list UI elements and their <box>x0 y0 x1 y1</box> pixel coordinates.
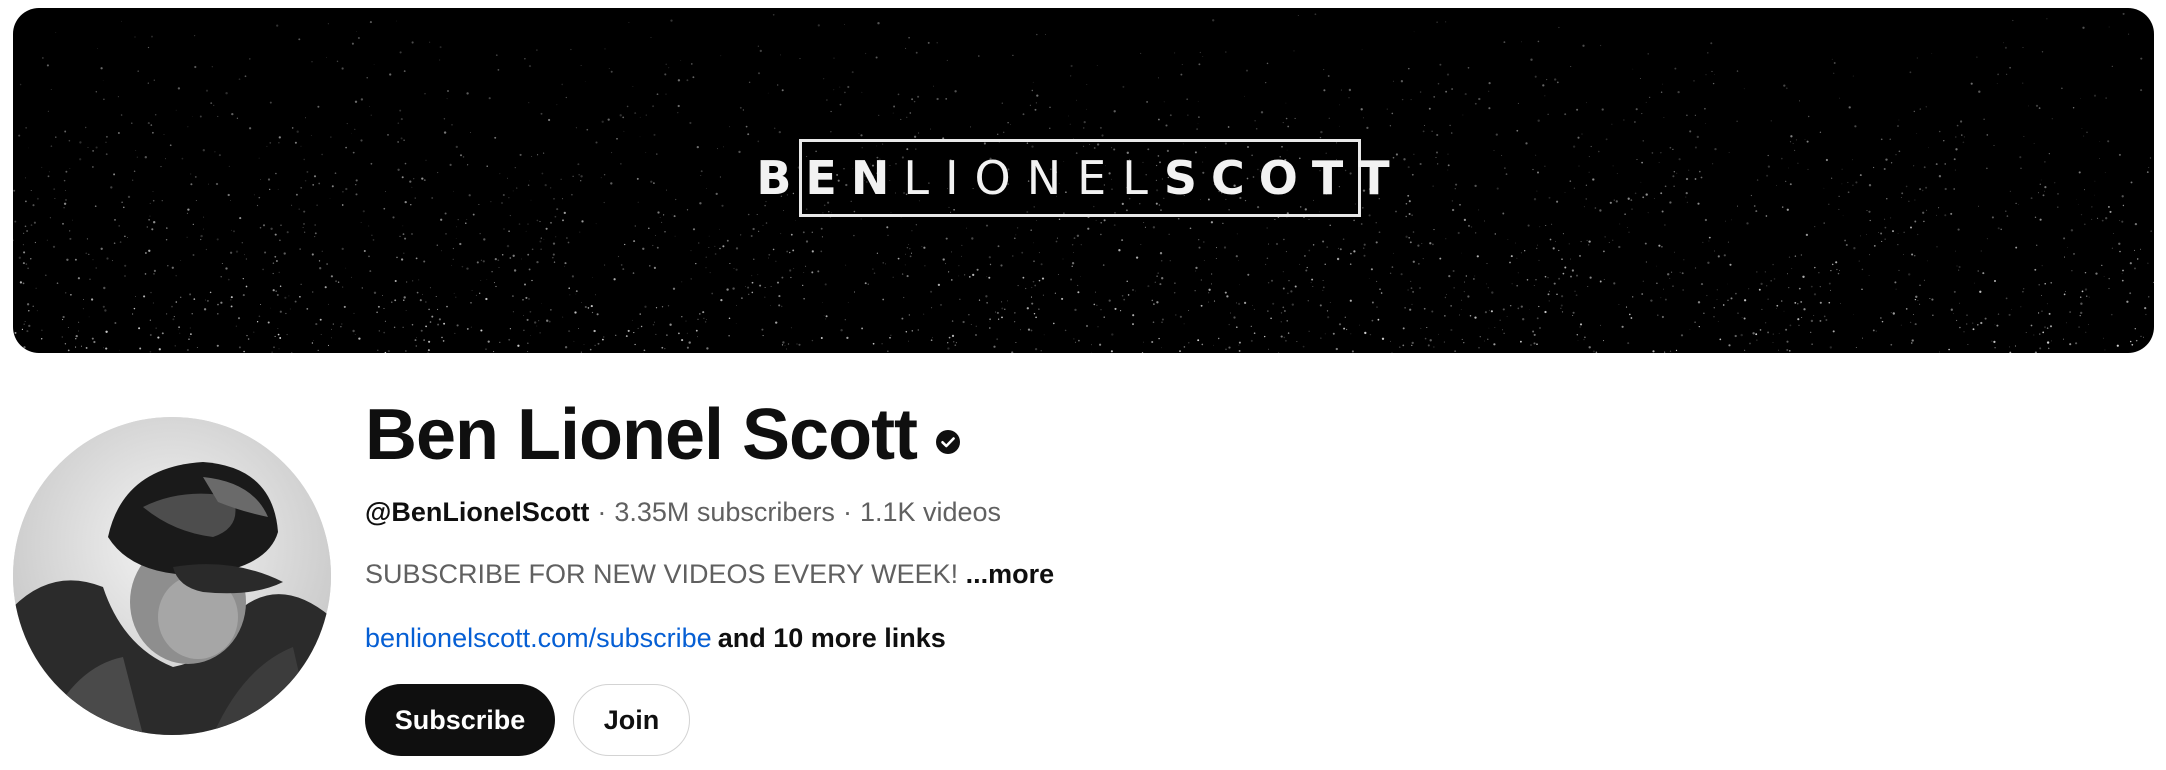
channel-meta: @BenLionelScott · 3.35M subscribers · 1.1K v… <box>365 492 2065 532</box>
channel-banner: BEN LIONEL SCOTT <box>13 8 2154 353</box>
channel-link[interactable]: benlionelscott.com/subscribe <box>365 623 712 653</box>
video-count: 1.1K videos <box>859 497 1002 527</box>
subscribe-button[interactable]: Subscribe <box>365 684 555 756</box>
channel-header: BEN LIONEL SCOTT Ben Lionel Scott @BenLi… <box>0 0 2166 770</box>
channel-actions: Subscribe Join <box>365 684 2065 756</box>
banner-logo-scott: SCOTT <box>1163 151 1404 205</box>
join-button[interactable]: Join <box>573 684 690 756</box>
banner-logo-ben: BEN <box>756 151 904 205</box>
subscriber-count: 3.35M subscribers <box>614 497 835 527</box>
meta-separator: · <box>842 497 852 527</box>
description-text: SUBSCRIBE FOR NEW VIDEOS EVERY WEEK! <box>365 559 959 589</box>
channel-handle: @BenLionelScott <box>365 497 590 527</box>
description-more-button[interactable]: ...more <box>966 559 1055 589</box>
avatar-portrait <box>13 417 331 735</box>
channel-info: Ben Lionel Scott @BenLionelScott · 3.35M s… <box>365 390 2065 756</box>
banner-logo-lionel: LIONEL <box>903 151 1164 205</box>
banner-logo: BEN LIONEL SCOTT <box>756 139 1390 217</box>
channel-description[interactable]: SUBSCRIBE FOR NEW VIDEOS EVERY WEEK! ...… <box>365 554 2065 594</box>
channel-avatar[interactable] <box>13 417 331 735</box>
channel-links: benlionelscott.com/subscribe and 10 more … <box>365 618 2065 658</box>
more-links-button[interactable]: and 10 more links <box>718 623 946 653</box>
meta-separator: · <box>597 497 607 527</box>
verified-check-icon <box>935 429 961 455</box>
title-row: Ben Lionel Scott <box>365 390 2065 480</box>
channel-name: Ben Lionel Scott <box>365 395 918 475</box>
